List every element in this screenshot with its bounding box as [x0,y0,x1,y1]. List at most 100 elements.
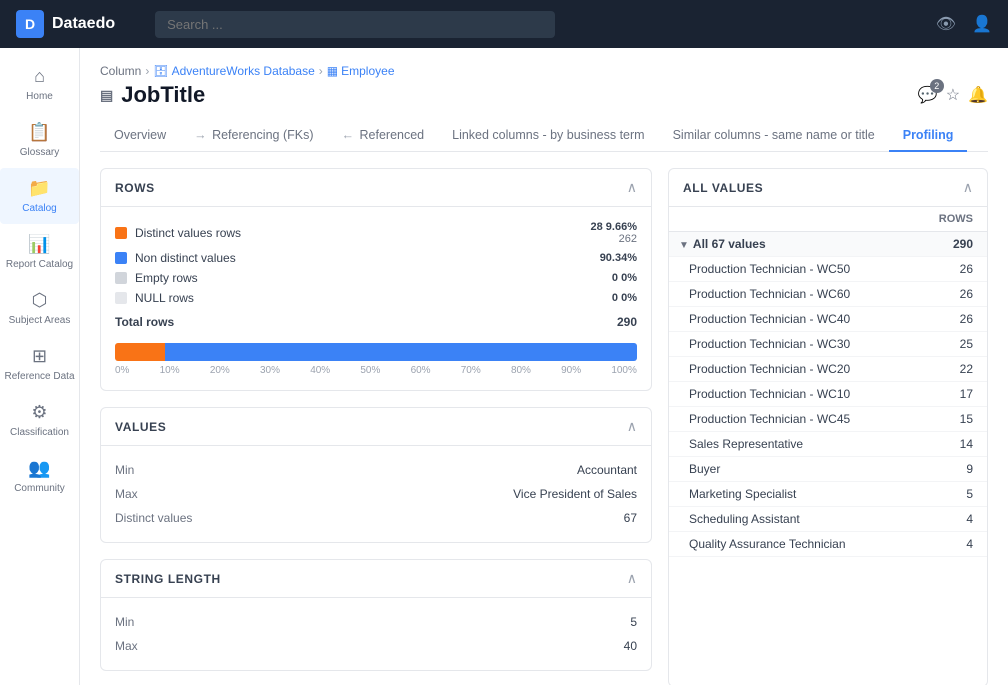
sidebar-item-home[interactable]: ⌂ Home [0,56,79,112]
av-data-row: Production Technician - WC4515 [669,407,987,432]
page-title-row: ▤ JobTitle 💬 2 ☆ 🔔 [100,82,988,108]
av-item-count: 26 [910,257,987,282]
main-content: Column › 🗄 AdventureWorks Database › ▦ E… [80,48,1008,685]
sidebar-item-report-catalog[interactable]: 📊Report Catalog [0,224,79,280]
axis-labels: 0% 10% 20% 30% 40% 50% 60% 70% 80% 90% 1… [115,365,637,376]
av-item-count: 26 [910,282,987,307]
star-button[interactable]: ☆ [946,85,960,105]
tab-similar-columns[interactable]: Similar columns - same name or title [659,120,889,152]
sidebar-item-label: Glossary [20,147,59,158]
string-length-collapse[interactable]: ∧ [627,570,637,587]
breadcrumb-db[interactable]: 🗄 AdventureWorks Database [153,64,314,78]
av-item-count: 25 [910,332,987,357]
string-length-title: STRING LENGTH [115,572,221,586]
classification-icon: ⚙ [31,402,47,423]
string-length-header: STRING LENGTH ∧ [101,560,651,598]
topnav-icons: 👁 👤 [936,14,992,34]
stat-null: NULL rows 0 0% [115,291,637,305]
sidebar: ⌂ Home 📋Glossary📁Catalog📊Report Catalog⬡Su… [0,48,80,685]
comments-button[interactable]: 💬 2 [918,85,938,105]
bell-button[interactable]: 🔔 [968,85,988,105]
av-data-row: Production Technician - WC6026 [669,282,987,307]
breadcrumb-sep1: › [145,64,149,78]
av-item-count: 14 [910,432,987,457]
tab-linked-columns[interactable]: Linked columns - by business term [438,120,658,152]
sidebar-item-glossary[interactable]: 📋Glossary [0,112,79,168]
av-item-count: 22 [910,357,987,382]
breadcrumb: Column › 🗄 AdventureWorks Database › ▦ E… [100,64,988,78]
search-input[interactable] [155,11,555,38]
av-data-row: Production Technician - WC2022 [669,357,987,382]
tab-referenced[interactable]: ← Referenced [328,120,439,152]
tab-label: Linked columns - by business term [452,128,644,142]
stat-distinct: Distinct values rows 28 9.66% 262 [115,221,637,245]
av-item-label: Production Technician - WC50 [669,257,910,282]
tab-arrow: ← [342,128,358,142]
rows-card-header: ROWS ∧ [101,169,651,207]
tab-overview[interactable]: Overview [100,120,180,152]
rows-card-body: Distinct values rows 28 9.66% 262 Non di… [101,207,651,390]
rows-card-collapse[interactable]: ∧ [627,179,637,196]
values-grid: Min Accountant Max Vice President of Sal… [115,460,637,528]
column-type-icon: ▤ [100,87,113,104]
user-icon[interactable]: 👤 [972,14,992,34]
all-values-collapse[interactable]: ∧ [963,179,973,196]
av-item-label: Production Technician - WC45 [669,407,910,432]
max-label: Max [115,484,192,504]
bar-chart [115,343,637,361]
total-label: Total rows [115,315,174,329]
left-column: ROWS ∧ Distinct values rows 28 9.66% 262 [100,168,652,685]
sidebar-item-catalog[interactable]: 📁Catalog [0,168,79,224]
stat-distinct-label: Distinct values rows [135,226,567,240]
sidebar-item-subject-areas[interactable]: ⬡Subject Areas [0,280,79,336]
eye-icon[interactable]: 👁 [936,14,956,34]
av-item-count: 4 [910,507,987,532]
string-length-card: STRING LENGTH ∧ Min 5 Max 40 [100,559,652,671]
tab-referencing[interactable]: → Referencing (FKs) [180,120,327,152]
tab-arrow: → [194,128,210,142]
values-card-collapse[interactable]: ∧ [627,418,637,435]
db-icon: 🗄 [153,64,168,78]
all-values-table: ROWS ▼All 67 values290Production Technic… [669,207,987,557]
av-item-count: 5 [910,482,987,507]
min-value: Accountant [192,460,637,480]
av-item-count: 4 [910,532,987,557]
sl-max-value: 40 [138,636,637,656]
tab-profiling[interactable]: Profiling [889,120,968,152]
values-card-title: VALUES [115,420,166,434]
stat-null-values: 0 0% [567,292,637,304]
app-logo[interactable]: D Dataedo [16,10,115,38]
sidebar-item-label: Subject Areas [9,315,71,326]
all-values-header: ALL VALUES ∧ [669,169,987,207]
tab-label: Overview [114,128,166,142]
sidebar-item-classification[interactable]: ⚙Classification [0,392,79,448]
rows-card-title: ROWS [115,181,155,195]
av-group-label: ▼All 67 values [669,232,910,257]
stat-empty-values: 0 0% [567,272,637,284]
home-icon: ⌂ [34,66,45,87]
sidebar-item-label: Catalog [22,203,56,214]
distinct-label: Distinct values [115,508,192,528]
search-container [155,11,555,38]
av-data-row: Production Technician - WC5026 [669,257,987,282]
breadcrumb-table[interactable]: ▦ Employee [327,64,395,78]
sidebar-item-community[interactable]: 👥Community [0,448,79,504]
values-card-header: VALUES ∧ [101,408,651,446]
av-item-count: 9 [910,457,987,482]
string-length-body: Min 5 Max 40 [101,598,651,670]
av-data-row: Sales Representative14 [669,432,987,457]
av-item-count: 15 [910,407,987,432]
legend-blue [115,252,127,264]
sidebar-item-label: Home [26,91,53,102]
page-title: ▤ JobTitle [100,82,205,108]
av-data-row: Marketing Specialist5 [669,482,987,507]
rows-card: ROWS ∧ Distinct values rows 28 9.66% 262 [100,168,652,391]
sidebar-item-reference-data[interactable]: ⊞Reference Data [0,336,79,392]
av-item-label: Quality Assurance Technician [669,532,910,557]
av-item-label: Production Technician - WC10 [669,382,910,407]
av-data-row: Buyer9 [669,457,987,482]
comment-badge: 2 [930,79,944,93]
sl-min-value: 5 [138,612,637,632]
av-group-row[interactable]: ▼All 67 values290 [669,232,987,257]
distinct-value: 67 [192,508,637,528]
